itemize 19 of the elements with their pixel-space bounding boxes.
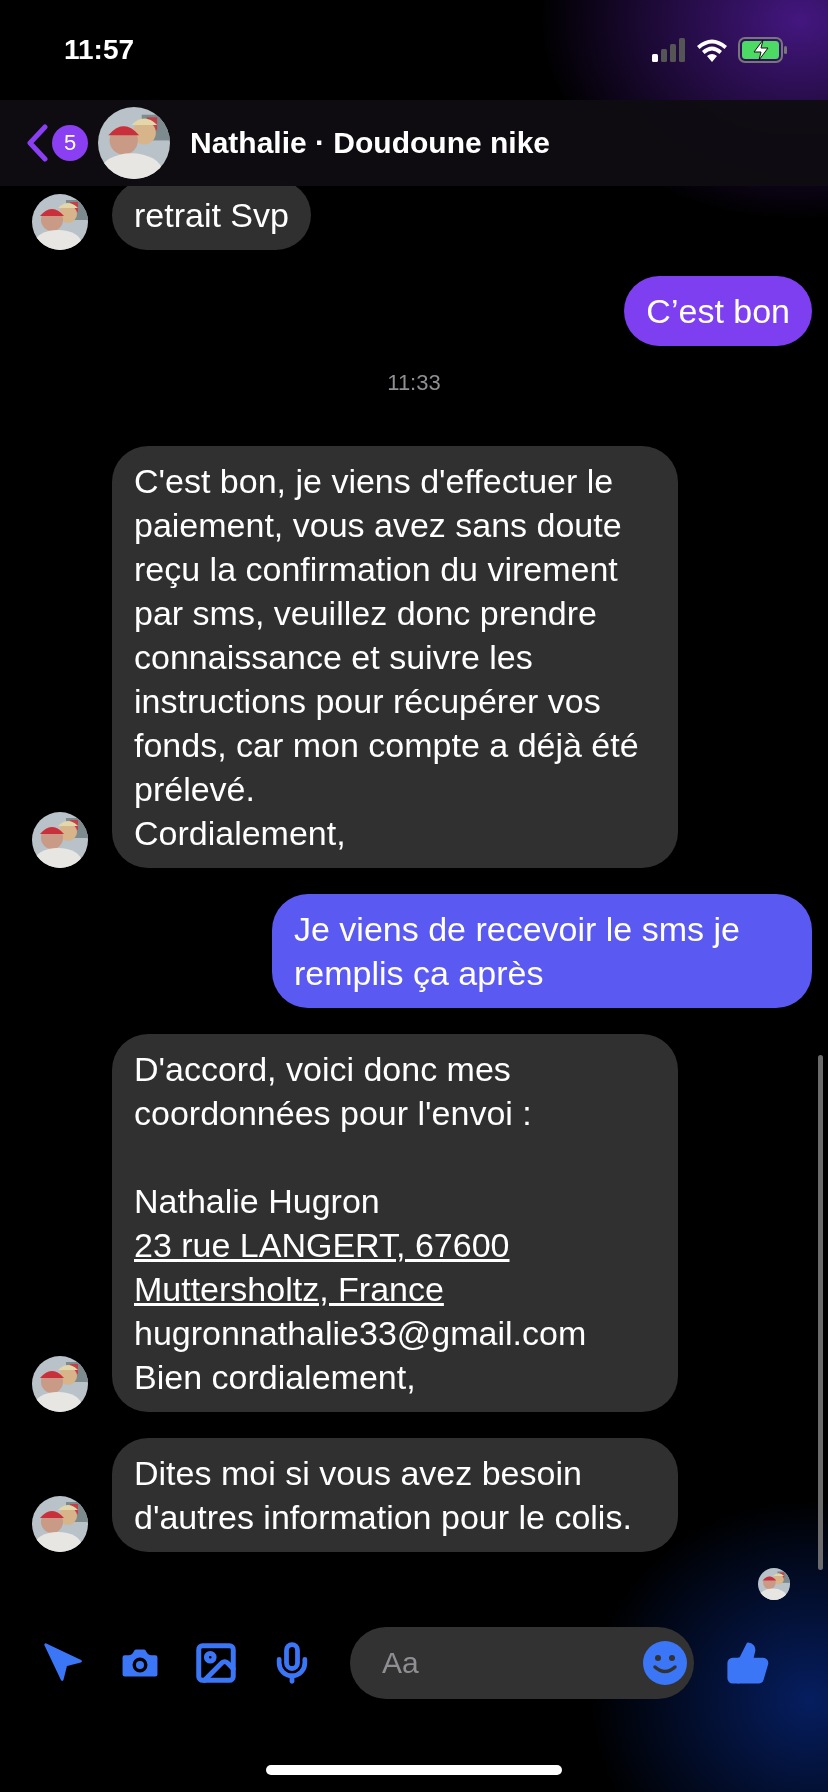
address-link[interactable]: Muttersholtz, France xyxy=(134,1267,656,1311)
message-input[interactable]: Aa xyxy=(380,1644,642,1681)
message-text: C’est bon xyxy=(646,291,790,332)
timestamp: 11:33 xyxy=(387,370,441,396)
message-field[interactable]: Aa xyxy=(350,1626,694,1699)
message-text: C'est bon, je viens d'effectuer le paiement, vous avez sans doute reçu la confirmation du virement par sms, veuillez donc prendre connaissance et suivre les instructions pour récupérer vos fonds, car mon compte a déjà été prélevé. xyxy=(134,461,640,810)
message-text: Nathalie Hugron xyxy=(134,1181,381,1222)
address-link[interactable]: 23 rue LANGERT, 67600 xyxy=(134,1223,656,1267)
chat-title: Nathalie · Doudoune nike xyxy=(190,126,551,160)
message-text: Bien cordialement, xyxy=(134,1357,417,1398)
back-button[interactable]: 5 xyxy=(26,124,88,162)
message-text: retrait Svp xyxy=(134,195,289,236)
message-text: Je viens de recevoir le sms je remplis ça après xyxy=(294,909,741,994)
message-text: hugronnathalie33@gmail.com xyxy=(134,1313,588,1354)
message-text: Cordialement, xyxy=(134,813,347,854)
message-text: D'accord, voici donc mes coordonnées pour l'envoi : xyxy=(134,1049,533,1134)
message-text: Dites moi si vous avez besoin d'autres information pour le colis. xyxy=(134,1453,633,1538)
clock: 11:57 xyxy=(64,34,135,66)
unread-badge: 5 xyxy=(52,125,88,161)
